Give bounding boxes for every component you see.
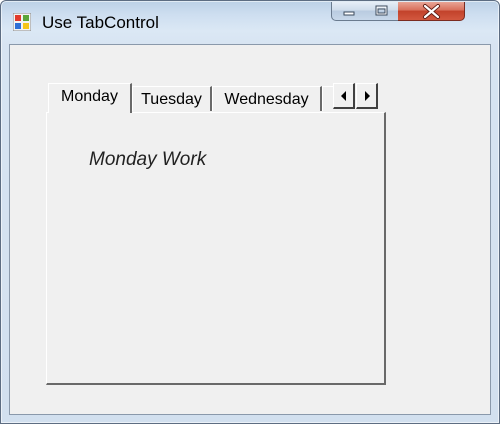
minimize-button[interactable] xyxy=(331,2,366,21)
app-window: Use TabControl Monday Tuesday Wednesday xyxy=(0,0,500,424)
maximize-button[interactable] xyxy=(365,2,399,21)
tab-tuesday[interactable]: Tuesday xyxy=(132,86,212,111)
arrow-left-icon xyxy=(341,91,346,101)
tab-label: Monday xyxy=(61,88,118,105)
tab-page-monday: Monday Work xyxy=(46,112,386,385)
minimize-icon xyxy=(343,11,355,16)
tab-monday[interactable]: Monday xyxy=(48,83,132,113)
tab-wednesday[interactable]: Wednesday xyxy=(212,86,322,111)
tab-scroll-left-button[interactable] xyxy=(333,83,355,109)
close-icon xyxy=(423,4,440,19)
tab-label: Tuesday xyxy=(141,91,202,108)
maximize-icon xyxy=(375,5,388,16)
close-button[interactable] xyxy=(398,2,465,21)
page-label: Monday Work xyxy=(89,149,207,170)
app-icon[interactable] xyxy=(12,12,32,32)
client-area: Monday Tuesday Wednesday Monday Work xyxy=(9,44,491,415)
arrow-right-icon xyxy=(365,91,370,101)
window-title: Use TabControl xyxy=(42,13,159,32)
tab-scroll-right-button[interactable] xyxy=(356,83,378,109)
tab-label: Wednesday xyxy=(224,91,309,108)
